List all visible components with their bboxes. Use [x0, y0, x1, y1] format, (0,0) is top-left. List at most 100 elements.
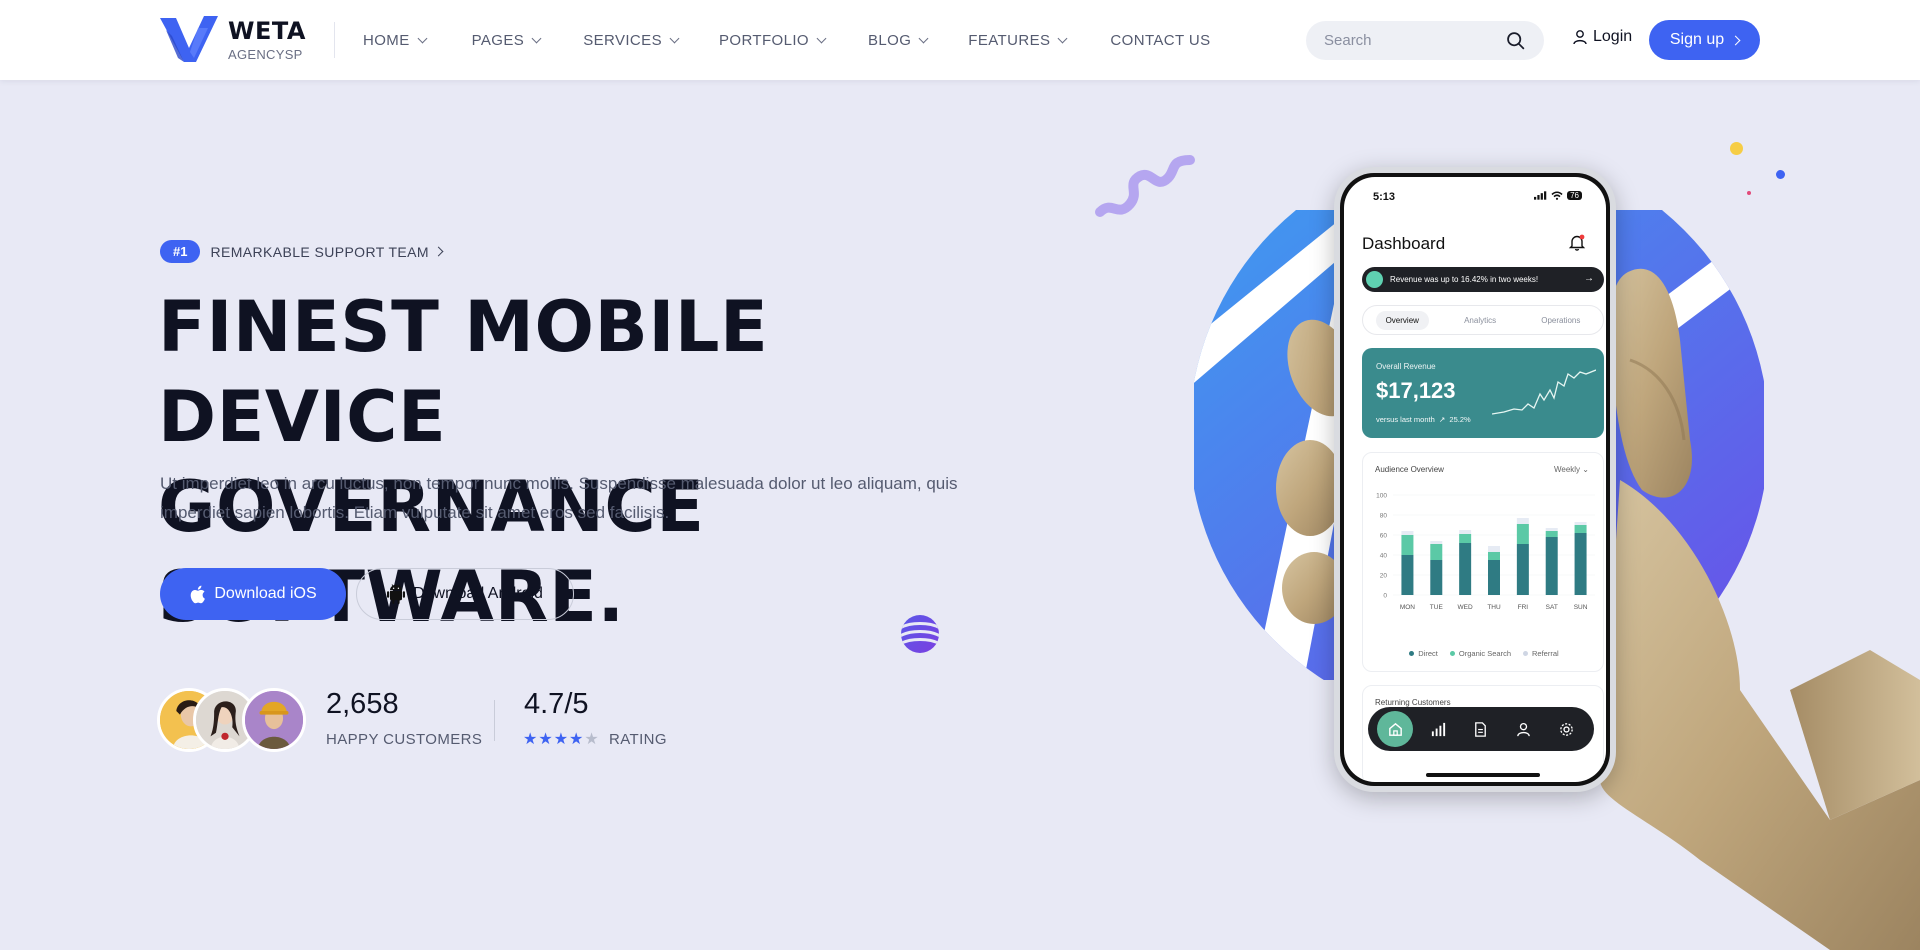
- trend-up-icon: [1366, 271, 1383, 288]
- bar-referral-tue: [1430, 541, 1443, 544]
- nav-item-label: CONTACT US: [1110, 31, 1211, 49]
- legend-dot: [1449, 651, 1455, 656]
- dashboard-tabs: Overview Analytics Operations: [1362, 305, 1604, 335]
- bar-referral-sat: [1545, 528, 1558, 531]
- nav-item-features[interactable]: FEATURES: [968, 32, 1068, 49]
- notification-banner[interactable]: Revenue was up to 16.42% in two weeks! →: [1362, 267, 1604, 292]
- stats-divider: [494, 700, 495, 741]
- nav-item-label: BLOG: [868, 31, 912, 49]
- squiggle-decoration: [1095, 155, 1195, 217]
- brand-logo[interactable]: WETA AGENCYSP: [158, 14, 318, 66]
- star-empty-icon: ★: [584, 731, 599, 748]
- bar-direct-tue: [1430, 560, 1443, 595]
- nav-item-pages[interactable]: PAGES: [472, 32, 542, 49]
- home-indicator: [1426, 773, 1540, 777]
- y-tick-label: 20: [1380, 573, 1388, 580]
- x-tick-label: SUN: [1574, 604, 1588, 611]
- support-badge-link[interactable]: #1 REMARKABLE SUPPORT TEAM: [160, 240, 444, 263]
- dashboard-title: Dashboard: [1362, 234, 1446, 253]
- bar-organic-search-sat: [1545, 531, 1558, 537]
- nav-stats[interactable]: [1420, 711, 1456, 747]
- revenue-compare-label: versus last month: [1376, 415, 1435, 424]
- rating-stars: ★ ★ ★ ★ ★: [523, 732, 600, 748]
- avatar-portrait-icon: [245, 691, 303, 749]
- home-icon: [1389, 722, 1402, 736]
- main-nav: HOME PAGES SERVICES PORTFOLIO BLOG FEATURES CO…: [363, 0, 1211, 80]
- bar-referral-mon: [1401, 531, 1414, 535]
- revenue-label: Overall Revenue: [1376, 362, 1436, 371]
- chevron-down-icon: [816, 33, 827, 43]
- chevron-down-icon: [918, 33, 929, 43]
- bar-direct-sun: [1574, 533, 1587, 595]
- logo-mark-icon: [160, 16, 218, 62]
- revenue-sparkline: [1492, 369, 1596, 415]
- user-icon: [1517, 722, 1531, 736]
- search-box: [1306, 21, 1544, 60]
- star-filled-icon: ★: [553, 731, 569, 748]
- badge-text: REMARKABLE SUPPORT TEAM: [210, 243, 429, 260]
- signup-button[interactable]: Sign up: [1649, 20, 1760, 60]
- y-tick-label: 0: [1383, 593, 1387, 600]
- nav-profile[interactable]: [1506, 711, 1542, 747]
- x-tick-label: SAT: [1546, 604, 1558, 611]
- signup-label: Sign up: [1669, 31, 1725, 48]
- nav-item-contact-us[interactable]: CONTACT US: [1110, 32, 1210, 49]
- notification-text: Revenue was up to 16.42% in two weeks!: [1390, 275, 1539, 284]
- chevron-down-icon: [417, 33, 428, 43]
- audience-bar-chart: 0 20 40 60 80 100 MON TUE WED THU FRI SAT SUN: [1376, 493, 1595, 611]
- download-android-button[interactable]: Download Android: [356, 568, 574, 620]
- nav-item-label: PORTFOLIO: [718, 31, 809, 49]
- y-tick-label: 100: [1376, 493, 1387, 500]
- y-tick-label: 40: [1380, 553, 1388, 560]
- legend-label: Direct: [1418, 649, 1438, 658]
- bar-organic-search-tue: [1430, 544, 1443, 560]
- period-value: Weekly: [1553, 465, 1581, 474]
- y-tick-label: 60: [1380, 533, 1388, 540]
- bar-direct-wed: [1459, 543, 1472, 595]
- phone-screen: 5:13 76 Dashboard Revenue was up to 16.4…: [1344, 177, 1606, 782]
- tab-analytics[interactable]: Analytics: [1454, 311, 1506, 330]
- nav-item-portfolio[interactable]: PORTFOLIO: [718, 31, 827, 49]
- download-ios-button[interactable]: Download iOS: [160, 568, 346, 620]
- striped-ball-decoration: [901, 615, 939, 653]
- legend-label: Referral: [1532, 649, 1559, 658]
- audience-card: Audience Overview Weekly ⌄ 0 20 40 60 80 100 M…: [1362, 452, 1604, 672]
- legend-item: Referral: [1523, 649, 1559, 658]
- chart-legend: Direct Organic Search Referral: [1363, 649, 1605, 658]
- star-filled-icon: ★: [569, 731, 584, 748]
- nav-item-label: HOME: [363, 31, 410, 49]
- bar-referral-sun: [1574, 522, 1587, 525]
- nav-item-home[interactable]: HOME: [363, 31, 428, 49]
- revenue-value: $17,123: [1376, 378, 1456, 403]
- tab-overview[interactable]: Overview: [1375, 310, 1429, 330]
- bar-direct-fri: [1516, 544, 1529, 595]
- badge-number: #1: [160, 240, 201, 263]
- period-select[interactable]: Weekly ⌄: [1554, 465, 1589, 474]
- legend-dot: [1523, 651, 1528, 656]
- nav-documents[interactable]: [1463, 711, 1499, 747]
- customers-label: HAPPY CUSTOMERS: [326, 731, 483, 748]
- customers-count: 2,658: [326, 688, 399, 720]
- tab-operations[interactable]: Operations: [1531, 311, 1590, 330]
- nav-item-blog[interactable]: BLOG: [868, 31, 929, 49]
- nav-item-services[interactable]: SERVICES: [583, 32, 680, 49]
- phone-bottom-nav: [1368, 707, 1594, 751]
- document-icon: [1475, 721, 1487, 737]
- login-link[interactable]: Login: [1572, 28, 1632, 46]
- bar-chart-icon: [1431, 722, 1445, 736]
- chevron-right-icon: [433, 246, 444, 257]
- audience-title: Audience Overview: [1375, 465, 1444, 474]
- bell-icon[interactable]: [1568, 233, 1586, 251]
- nav-settings[interactable]: [1549, 711, 1585, 747]
- search-input[interactable]: [1324, 32, 1494, 49]
- bar-referral-thu: [1488, 546, 1500, 552]
- download-android-label: Download Android: [413, 585, 543, 602]
- revenue-compare: versus last month ↗ 25.2%: [1376, 415, 1471, 424]
- y-tick-label: 80: [1380, 513, 1388, 520]
- search-icon[interactable]: [1505, 30, 1526, 51]
- chevron-right-icon: [1730, 35, 1741, 45]
- avatar: [242, 688, 306, 752]
- nav-home[interactable]: [1377, 711, 1414, 747]
- bar-direct-thu: [1488, 560, 1500, 595]
- header-divider: [334, 22, 335, 58]
